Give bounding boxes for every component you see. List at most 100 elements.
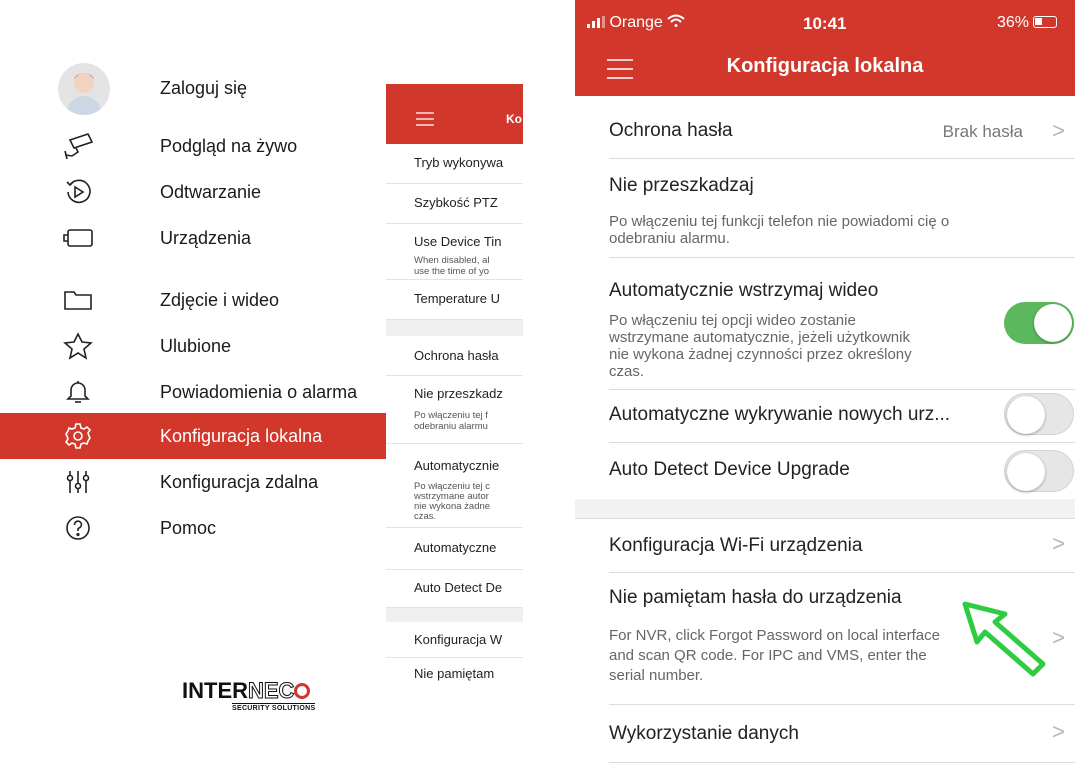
status-time: 10:41 [803, 14, 847, 33]
wifi-config-row[interactable]: Konfiguracja Wi-Fi urządzenia > [575, 519, 1075, 571]
bell-icon [60, 374, 96, 410]
chevron-right-icon: > [1052, 719, 1065, 744]
chevron-right-icon: > [1052, 625, 1065, 650]
menu-item-devices[interactable]: Urządzenia [0, 215, 386, 261]
row-title: Automatyczne wykrywanie nowych urz... [609, 404, 951, 425]
middle-row-title: Nie pamiętam [414, 666, 495, 681]
middle-row-title: Konfiguracja W [414, 632, 503, 647]
page-title: Konfiguracja lokalna [726, 55, 924, 77]
menu-label-favorites: Ulubione [160, 335, 232, 356]
row-value: Brak hasła [942, 122, 1023, 141]
camera-icon [60, 128, 96, 164]
menu-label-playback: Odtwarzanie [160, 181, 262, 202]
row-desc: For NVR, click Forgot Password on local … [609, 627, 940, 644]
row-title: Nie przeszkadzaj [609, 175, 754, 196]
middle-row[interactable]: Szybkość PTZ [386, 184, 523, 224]
wifi-icon [667, 14, 685, 27]
auto-detect-new-devices-row: Automatyczne wykrywanie nowych urz... [575, 390, 1075, 438]
middle-section-gap [386, 608, 523, 622]
auto-detect-new-toggle[interactable] [1004, 393, 1074, 435]
auto-detect-upgrade-row: Auto Detect Device Upgrade [575, 443, 1075, 499]
middle-row-title: Ochrona hasła [414, 348, 499, 363]
interneco-logo: INTERNEC SECURITY SOLUTIONS [182, 678, 347, 718]
menu-label-live-view: Podgląd na żywo [160, 135, 298, 156]
middle-screen-fragment: Ko Tryb wykonywa Szybkość PTZ Use Device… [386, 84, 523, 684]
menu-item-photo-video[interactable]: Zdjęcie i wideo [0, 277, 386, 323]
top-bar: Orange 10:41 36% Konfiguracja lokalna [575, 0, 1075, 96]
middle-row-desc: use the time of yo [414, 266, 489, 277]
menu-item-live-view[interactable]: Podgląd na żywo [0, 123, 386, 169]
menu-label-alarm-notifications: Powiadomienia o alarma [160, 381, 358, 402]
middle-row[interactable]: Auto Detect De [386, 570, 523, 608]
menu-label-photo-video: Zdjęcie i wideo [160, 289, 280, 310]
row-title: Nie pamiętam hasła do urządzenia [609, 587, 902, 608]
auto-pause-toggle[interactable] [1004, 302, 1074, 344]
toggle-knob [1007, 396, 1045, 434]
user-avatar [58, 63, 110, 115]
logo-text-left: INTER [182, 678, 248, 703]
middle-row-desc: When disabled, al [414, 255, 490, 266]
middle-row[interactable]: Tryb wykonywa [386, 144, 523, 184]
toggle-knob [1007, 453, 1045, 491]
section-gap [575, 499, 1075, 519]
middle-row-title: Auto Detect De [414, 580, 503, 595]
middle-row-title: Automatycznie [414, 458, 500, 473]
menu-item-help[interactable]: Pomoc [0, 505, 386, 551]
middle-row-title: Automatyczne [414, 540, 497, 555]
row-title: Wykorzystanie danych [609, 723, 799, 744]
middle-row[interactable]: Use Device Tin When disabled, al use the… [386, 224, 523, 280]
middle-row[interactable]: Konfiguracja W [386, 622, 523, 658]
middle-row[interactable]: Automatycznie Po włączeniu tej c wstrzym… [386, 444, 523, 528]
status-carrier: Orange [587, 14, 685, 32]
toggle-knob [1034, 304, 1072, 342]
row-desc: Po włączeniu tej funkcji telefon nie pow… [609, 213, 950, 230]
menu-item-playback[interactable]: Odtwarzanie [0, 169, 386, 215]
folder-icon [60, 282, 96, 318]
middle-row[interactable]: Temperature U [386, 280, 523, 320]
hamburger-menu-icon[interactable] [416, 112, 434, 126]
middle-row-desc: czas. [414, 511, 437, 522]
do-not-disturb-row[interactable]: Nie przeszkadzaj Po włączeniu tej funkcj… [575, 159, 1075, 259]
middle-row[interactable]: Nie pamiętam [386, 658, 523, 684]
battery-percent: 36% [997, 14, 1030, 31]
auto-upgrade-toggle[interactable] [1004, 450, 1074, 492]
row-desc: odebraniu alarmu. [609, 230, 730, 247]
battery-icon [1033, 16, 1058, 28]
device-icon [60, 220, 96, 256]
menu-item-login[interactable]: Zaloguj się [0, 63, 386, 115]
menu-item-alarm-notifications[interactable]: Powiadomienia o alarma [0, 369, 386, 415]
playback-icon [60, 174, 96, 210]
row-desc: and scan QR code. For IPC and VMS, enter… [609, 647, 927, 664]
menu-item-favorites[interactable]: Ulubione [0, 323, 386, 369]
middle-row-title: Nie przeszkadz [414, 386, 503, 401]
middle-row-desc: Po włączeniu tej f [414, 410, 488, 421]
middle-row-title: Use Device Tin [414, 234, 502, 249]
row-title: Automatycznie wstrzymaj wideo [609, 280, 879, 301]
middle-header-title: Ko [506, 112, 522, 126]
menu-label-remote-config: Konfiguracja zdalna [160, 471, 319, 492]
middle-row-desc: odebraniu alarmu [414, 421, 488, 432]
middle-row-title: Temperature U [414, 291, 500, 306]
side-menu: Zaloguj się Podgląd na żywo Odtwarzanie … [0, 0, 386, 774]
row-desc: czas. [609, 363, 645, 380]
phone-screen: Orange 10:41 36% Konfiguracja lokalna Oc… [575, 0, 1075, 774]
middle-row[interactable]: Ochrona hasła [386, 336, 523, 376]
data-usage-row[interactable]: Wykorzystanie danych > [575, 705, 1075, 761]
logo-subtitle: SECURITY SOLUTIONS [232, 703, 316, 712]
row-title: Konfiguracja Wi-Fi urządzenia [609, 535, 863, 556]
sliders-icon [60, 464, 96, 500]
middle-row[interactable]: Automatyczne [386, 528, 523, 570]
middle-row-title: Szybkość PTZ [414, 195, 498, 210]
middle-header: Ko [386, 84, 523, 144]
star-icon [60, 328, 96, 364]
chevron-right-icon: > [1052, 531, 1065, 556]
middle-row[interactable]: Nie przeszkadz Po włączeniu tej f odebra… [386, 376, 523, 444]
menu-item-local-config[interactable]: Konfiguracja lokalna [0, 413, 386, 459]
password-protection-row[interactable]: Ochrona hasła Brak hasła > [575, 106, 1075, 156]
gear-icon [60, 418, 96, 454]
row-desc: serial number. [609, 667, 704, 684]
menu-item-remote-config[interactable]: Konfiguracja zdalna [0, 459, 386, 505]
carrier-label: Orange [609, 14, 663, 31]
middle-section-gap [386, 320, 523, 336]
middle-row-title: Tryb wykonywa [414, 155, 504, 170]
